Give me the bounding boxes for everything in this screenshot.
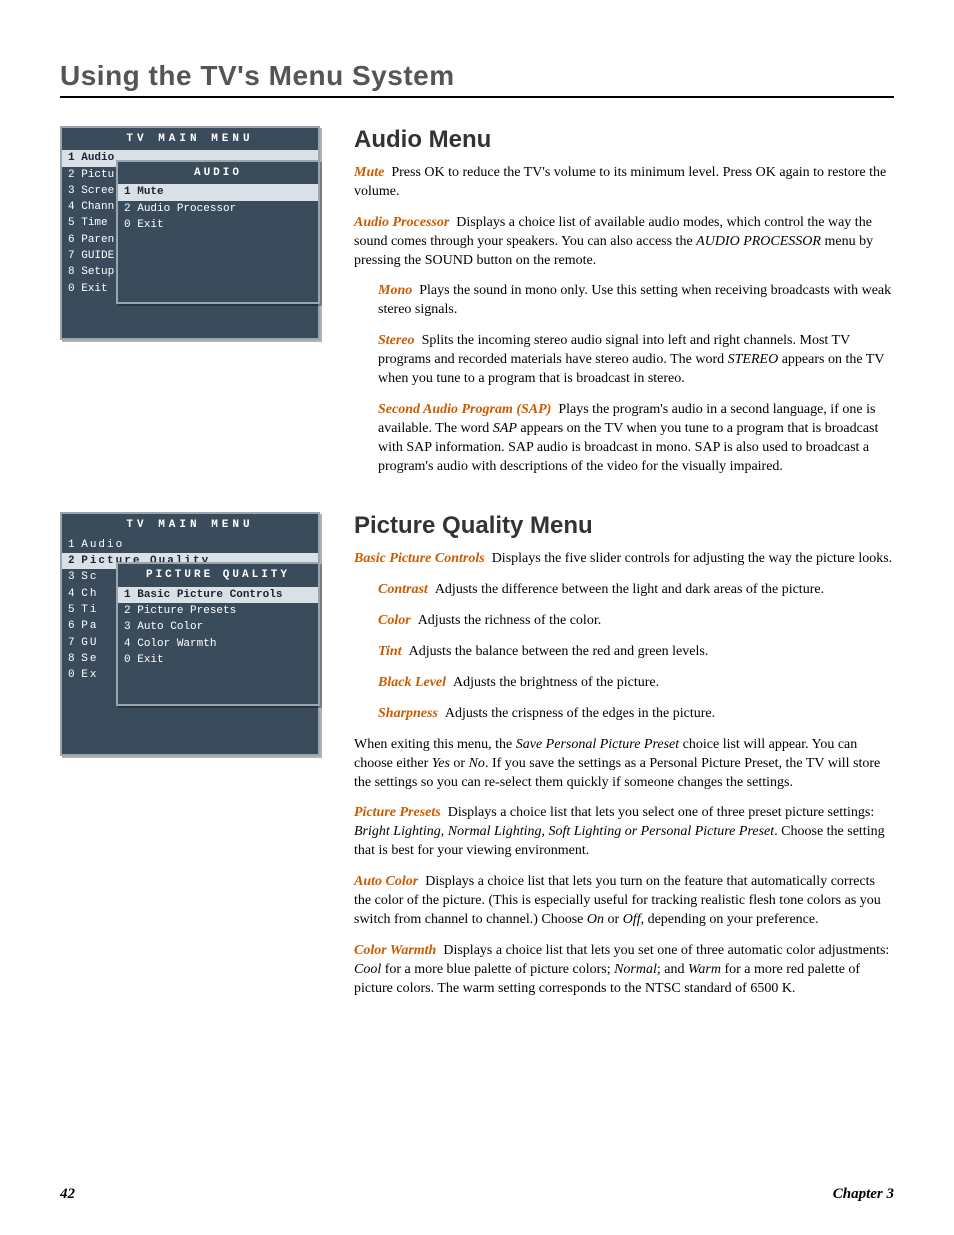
contrast-term: Contrast: [378, 582, 428, 597]
osd-main-title: TV MAIN MENU: [62, 514, 318, 536]
footer: 42 Chapter 3: [60, 1186, 894, 1203]
osd-sub-item: 0 Exit: [118, 652, 318, 668]
osd-picture-quality: TV MAIN MENU 1 Audio 2 Picture Quality 3…: [60, 512, 320, 756]
page-title: Using the TV's Menu System: [60, 60, 894, 92]
bpc-term: Basic Picture Controls: [354, 551, 485, 566]
picture-quality-heading: Picture Quality Menu: [354, 512, 894, 540]
mono-term: Mono: [378, 283, 412, 298]
mute-paragraph: Mute Press OK to reduce the TV's volume …: [354, 164, 894, 202]
osd-sub-item: 2 Audio Processor: [118, 201, 318, 217]
audio-heading: Audio Menu: [354, 126, 894, 154]
audio-processor-paragraph: Audio Processor Displays a choice list o…: [354, 214, 894, 271]
tint-term: Tint: [378, 644, 402, 659]
black-level-paragraph: Black Level Adjusts the brightness of th…: [378, 674, 894, 693]
chapter-label: Chapter 3: [833, 1186, 894, 1203]
osd-sub-menu: PICTURE QUALITY 1 Basic Picture Controls…: [116, 562, 320, 706]
auto-color-term: Auto Color: [354, 874, 418, 889]
header-rule: [60, 96, 894, 98]
osd-sub-item: 3 Auto Color: [118, 619, 318, 635]
bpc-paragraph: Basic Picture Controls Displays the five…: [354, 550, 894, 569]
osd-sub-item: 0 Exit: [118, 217, 318, 233]
sharpness-paragraph: Sharpness Adjusts the crispness of the e…: [378, 705, 894, 724]
osd-audio: TV MAIN MENU 1 Audio 2 Pictu 3 Scree 4 C…: [60, 126, 320, 340]
color-warmth-term: Color Warmth: [354, 943, 436, 958]
picture-presets-term: Picture Presets: [354, 805, 441, 820]
osd-main-title: TV MAIN MENU: [62, 128, 318, 150]
exit-note-paragraph: When exiting this menu, the Save Persona…: [354, 736, 894, 793]
picture-quality-section: TV MAIN MENU 1 Audio 2 Picture Quality 3…: [60, 512, 894, 1010]
black-level-term: Black Level: [378, 675, 446, 690]
mono-paragraph: Mono Plays the sound in mono only. Use t…: [378, 282, 894, 320]
osd-sub-item: 2 Picture Presets: [118, 603, 318, 619]
audio-processor-term: Audio Processor: [354, 215, 449, 230]
color-paragraph: Color Adjusts the richness of the color.: [378, 612, 894, 631]
sap-term: Second Audio Program (SAP): [378, 402, 551, 417]
audio-section: TV MAIN MENU 1 Audio 2 Pictu 3 Scree 4 C…: [60, 126, 894, 488]
color-warmth-paragraph: Color Warmth Displays a choice list that…: [354, 942, 894, 999]
picture-presets-paragraph: Picture Presets Displays a choice list t…: [354, 804, 894, 861]
osd-sub-item: 1 Basic Picture Controls: [118, 587, 318, 603]
osd-item: 1 Audio: [62, 537, 318, 553]
tint-paragraph: Tint Adjusts the balance between the red…: [378, 643, 894, 662]
mute-term: Mute: [354, 165, 384, 180]
stereo-term: Stereo: [378, 333, 415, 348]
stereo-paragraph: Stereo Splits the incoming stereo audio …: [378, 332, 894, 389]
osd-sub-menu: AUDIO 1 Mute 2 Audio Processor 0 Exit: [116, 160, 320, 304]
sap-paragraph: Second Audio Program (SAP) Plays the pro…: [378, 401, 894, 477]
auto-color-paragraph: Auto Color Displays a choice list that l…: [354, 873, 894, 930]
osd-sub-title: PICTURE QUALITY: [118, 564, 318, 586]
osd-sub-item: 1 Mute: [118, 184, 318, 200]
contrast-paragraph: Contrast Adjusts the difference between …: [378, 581, 894, 600]
color-term: Color: [378, 613, 411, 628]
sharpness-term: Sharpness: [378, 706, 438, 721]
osd-sub-title: AUDIO: [118, 162, 318, 184]
osd-sub-item: 4 Color Warmth: [118, 636, 318, 652]
page-number: 42: [60, 1186, 75, 1203]
